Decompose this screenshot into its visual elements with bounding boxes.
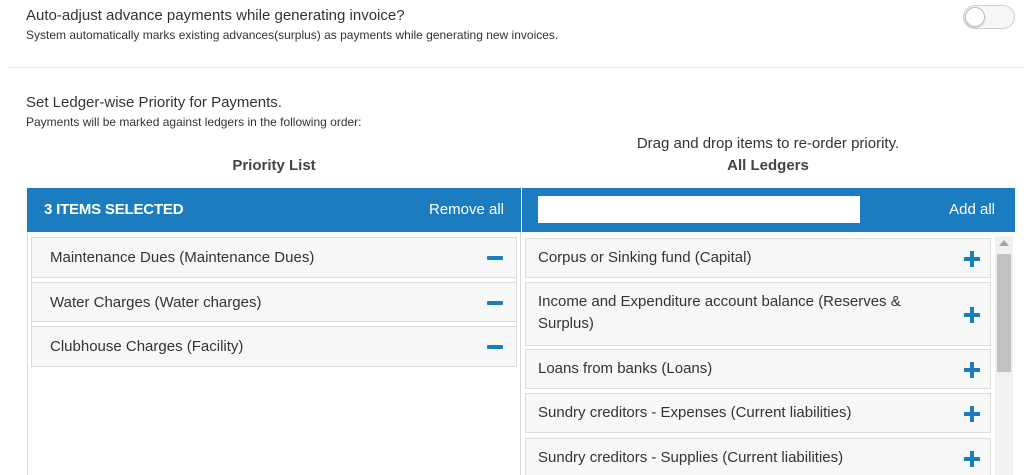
- advance-adjust-title: Auto-adjust advance payments while gener…: [26, 7, 405, 24]
- plus-icon[interactable]: [964, 451, 980, 467]
- ledger-priority-title: Set Ledger-wise Priority for Payments.: [26, 94, 282, 111]
- ledger-item[interactable]: Corpus or Sinking fund (Capital): [525, 238, 991, 278]
- scroll-thumb[interactable]: [997, 254, 1011, 372]
- ledger-priority-section: Set Ledger-wise Priority for Payments. P…: [26, 94, 626, 130]
- priority-list-title: Priority List: [232, 157, 316, 174]
- minus-icon[interactable]: [487, 301, 503, 305]
- all-ledgers-panel: Corpus or Sinking fund (Capital) Income …: [521, 232, 1015, 475]
- priority-item[interactable]: Water Charges (Water charges): [32, 282, 516, 322]
- plus-icon[interactable]: [964, 406, 980, 422]
- all-ledgers-header: Add all: [522, 188, 1015, 232]
- ledger-item-label: Loans from banks (Loans): [538, 360, 713, 377]
- priority-item-label: Clubhouse Charges (Facility): [50, 338, 244, 355]
- plus-icon[interactable]: [964, 362, 980, 378]
- advance-adjust-subtitle: System automatically marks existing adva…: [26, 28, 559, 42]
- priority-list: Maintenance Dues (Maintenance Dues) Wate…: [31, 237, 517, 367]
- ledger-item-label: Sundry creditors - Supplies (Current lia…: [538, 449, 844, 466]
- ledger-item[interactable]: Loans from banks (Loans): [525, 349, 991, 389]
- ledger-priority-subtitle: Payments will be marked against ledgers …: [26, 115, 362, 129]
- minus-icon[interactable]: [487, 345, 503, 349]
- drag-drop-hint: Drag and drop items to re-order priority…: [636, 135, 900, 152]
- ledger-search-input[interactable]: [538, 196, 860, 223]
- minus-icon[interactable]: [487, 256, 503, 260]
- all-ledgers-title: All Ledgers: [727, 157, 809, 174]
- ledger-item-label: Sundry creditors - Expenses (Current lia…: [538, 404, 852, 421]
- advance-adjust-section: Auto-adjust advance payments while gener…: [26, 7, 986, 43]
- remove-all-button[interactable]: Remove all: [429, 201, 504, 218]
- ledger-item-label: Corpus or Sinking fund (Capital): [538, 249, 752, 266]
- ledger-item[interactable]: Sundry creditors - Supplies (Current lia…: [525, 438, 991, 475]
- advance-adjust-toggle[interactable]: [963, 5, 1015, 29]
- priority-list-header: 3 ITEMS SELECTED Remove all: [27, 188, 521, 232]
- plus-icon[interactable]: [964, 251, 980, 267]
- toggle-knob: [965, 7, 985, 27]
- priority-item[interactable]: Maintenance Dues (Maintenance Dues): [32, 238, 516, 278]
- ledger-item-label: Income and Expenditure account balance (…: [538, 293, 901, 332]
- priority-item[interactable]: Clubhouse Charges (Facility): [32, 326, 516, 366]
- priority-item-label: Maintenance Dues (Maintenance Dues): [50, 249, 315, 266]
- selected-count: 3 ITEMS SELECTED: [44, 201, 184, 218]
- add-all-button[interactable]: Add all: [949, 201, 995, 218]
- ledger-item[interactable]: Sundry creditors - Expenses (Current lia…: [525, 393, 991, 433]
- ledger-scrollbar[interactable]: [995, 236, 1013, 475]
- plus-icon[interactable]: [964, 307, 980, 323]
- chevron-up-icon[interactable]: [999, 240, 1009, 246]
- ledger-item[interactable]: Income and Expenditure account balance (…: [525, 282, 991, 346]
- priority-item-label: Water Charges (Water charges): [50, 294, 262, 311]
- section-divider: [8, 67, 1024, 68]
- priority-list-panel: Maintenance Dues (Maintenance Dues) Wate…: [27, 232, 521, 475]
